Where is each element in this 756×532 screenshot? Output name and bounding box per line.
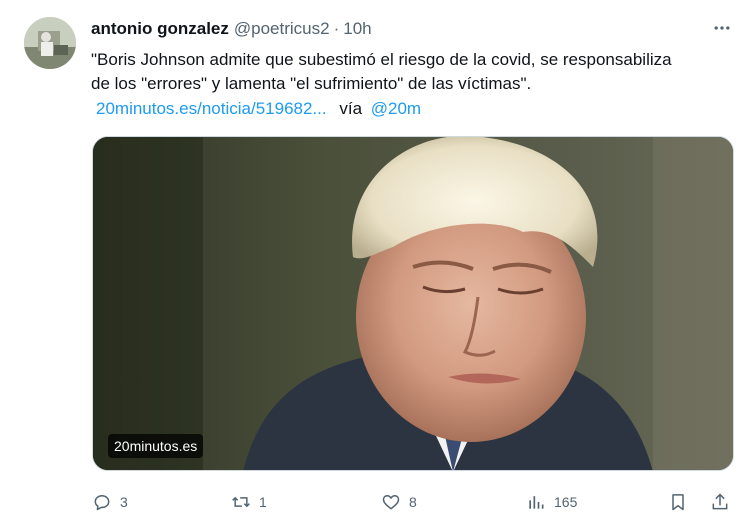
tweet-link-line: 20minutos.es/noticia/519682... vía @20m xyxy=(96,97,421,121)
share-button[interactable] xyxy=(710,486,730,518)
reply-count: 3 xyxy=(120,494,128,510)
tweet-header: antonio gonzalez @poetricus2 · 10h xyxy=(91,19,372,39)
like-button[interactable]: 8 xyxy=(381,486,417,518)
views-chart-icon xyxy=(529,496,544,509)
views-button[interactable]: 165 xyxy=(526,486,577,518)
author-handle[interactable]: @poetricus2 xyxy=(234,19,330,39)
tweet-text-line: "Boris Johnson admite que subestimó el r… xyxy=(91,50,672,69)
author-name[interactable]: antonio gonzalez xyxy=(91,19,229,39)
more-horizontal-icon xyxy=(714,26,730,30)
retweet-button[interactable]: 1 xyxy=(231,486,267,518)
reply-icon xyxy=(94,495,110,511)
via-label: vía xyxy=(339,99,363,118)
share-icon xyxy=(712,493,728,510)
tweet-text: "Boris Johnson admite que subestimó el r… xyxy=(91,48,741,96)
via-mention-link[interactable]: @20m xyxy=(371,99,421,118)
tweet-text-line: de los "errores" y lamenta "el sufrimien… xyxy=(91,74,532,93)
reply-button[interactable]: 3 xyxy=(92,486,128,518)
retweet-icon xyxy=(232,496,250,508)
media-photo xyxy=(93,137,733,470)
avatar[interactable] xyxy=(24,17,76,69)
bookmark-button[interactable] xyxy=(668,486,688,518)
retweet-count: 1 xyxy=(259,494,267,510)
separator-dot: · xyxy=(333,19,340,38)
heart-icon xyxy=(382,495,400,510)
media-card[interactable] xyxy=(92,136,734,471)
timestamp[interactable]: 10h xyxy=(343,19,371,39)
action-bar: 3 1 8 165 xyxy=(0,486,756,518)
media-source-badge: 20minutos.es xyxy=(108,434,204,458)
like-count: 8 xyxy=(409,494,417,510)
more-options-button[interactable] xyxy=(708,14,736,42)
bookmark-icon xyxy=(672,494,684,511)
article-link[interactable]: 20minutos.es/noticia/519682... xyxy=(96,99,327,118)
views-count: 165 xyxy=(554,494,578,510)
tweet[interactable]: antonio gonzalez @poetricus2 · 10h "Bori… xyxy=(0,0,756,532)
